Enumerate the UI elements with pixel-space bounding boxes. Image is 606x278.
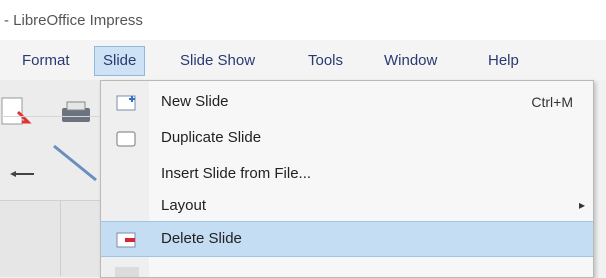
menu-bar: Format Slide Slide Show Tools Window Hel… [0, 40, 606, 80]
menu-item-label: Duplicate Slide [161, 129, 262, 146]
menu-window[interactable]: Window [376, 49, 445, 73]
duplicate-slide-icon [116, 131, 136, 147]
submenu-arrow-icon: ▸ [578, 198, 585, 212]
slide-menu: New Slide Ctrl+M Duplicate Slide Insert … [100, 80, 594, 278]
menu-item-layout[interactable]: Layout ▸ [101, 191, 593, 223]
menu-item-insert-slide-from-file[interactable]: Insert Slide from File... [101, 159, 593, 191]
toolbar-divider [0, 116, 100, 117]
menu-item-label: Insert Slide from File... [161, 165, 312, 182]
menu-item-new-slide[interactable]: New Slide Ctrl+M [101, 87, 593, 119]
pdf-export-icon[interactable] [0, 94, 36, 130]
menu-tools[interactable]: Tools [300, 49, 351, 73]
delete-slide-icon [116, 232, 136, 248]
arrow-style-icon[interactable] [6, 156, 36, 186]
menu-format[interactable]: Format [14, 49, 78, 73]
window-title: - LibreOffice Impress [4, 12, 143, 29]
menu-item-label: New Slide [161, 93, 229, 110]
menu-slide-show[interactable]: Slide Show [172, 49, 263, 73]
new-slide-icon [116, 95, 136, 111]
line-tool-icon[interactable] [50, 142, 100, 182]
title-bar: - LibreOffice Impress [0, 0, 606, 40]
menu-slide[interactable]: Slide [94, 46, 146, 76]
menu-item-duplicate-slide[interactable]: Duplicate Slide [101, 123, 593, 155]
menu-item-label: Layout [161, 197, 207, 214]
menu-item-delete-slide[interactable]: Delete Slide [101, 221, 593, 257]
pane-divider [60, 200, 61, 276]
menu-item-label: Delete Slide [161, 230, 242, 247]
shortcut-label: Ctrl+M [531, 94, 573, 110]
menu-help[interactable]: Help [480, 49, 527, 73]
slide-pane [0, 200, 100, 277]
print-icon[interactable] [58, 100, 94, 130]
